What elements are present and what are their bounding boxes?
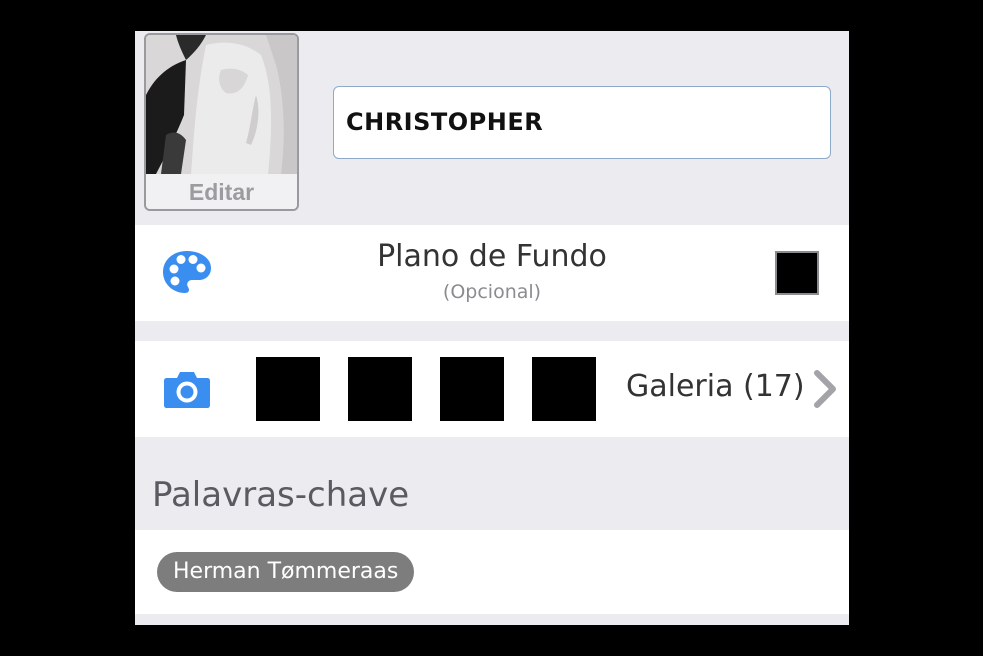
gallery-thumbnail[interactable] <box>440 357 504 421</box>
chevron-right-icon[interactable] <box>813 370 837 408</box>
background-color-swatch[interactable] <box>775 251 819 295</box>
avatar-editor[interactable]: Editar <box>144 33 299 211</box>
keyword-chip[interactable]: Herman Tømmeraas <box>157 552 415 592</box>
gallery-thumbnail[interactable] <box>256 357 320 421</box>
keywords-row: Herman Tømmeraas <box>135 530 849 614</box>
background-subtitle: (Opcional) <box>442 281 542 303</box>
avatar-edit-label[interactable]: Editar <box>146 174 297 209</box>
gallery-thumbnail[interactable] <box>532 357 596 421</box>
gallery-row[interactable]: Galeria (17) <box>135 341 849 437</box>
background-title: Plano de Fundo <box>377 239 607 274</box>
gallery-thumbnail[interactable] <box>348 357 412 421</box>
camera-icon <box>163 369 211 409</box>
background-row[interactable]: Plano de Fundo (Opcional) <box>135 225 849 321</box>
avatar[interactable] <box>146 35 297 174</box>
name-input[interactable]: CHRISTOPHER <box>333 86 831 159</box>
edit-profile-screen: Editar CHRISTOPHER Plano de Fundo (Opcio… <box>135 31 849 625</box>
gallery-label[interactable]: Galeria (17) <box>626 369 805 404</box>
keywords-header: Palavras-chave <box>152 475 410 515</box>
